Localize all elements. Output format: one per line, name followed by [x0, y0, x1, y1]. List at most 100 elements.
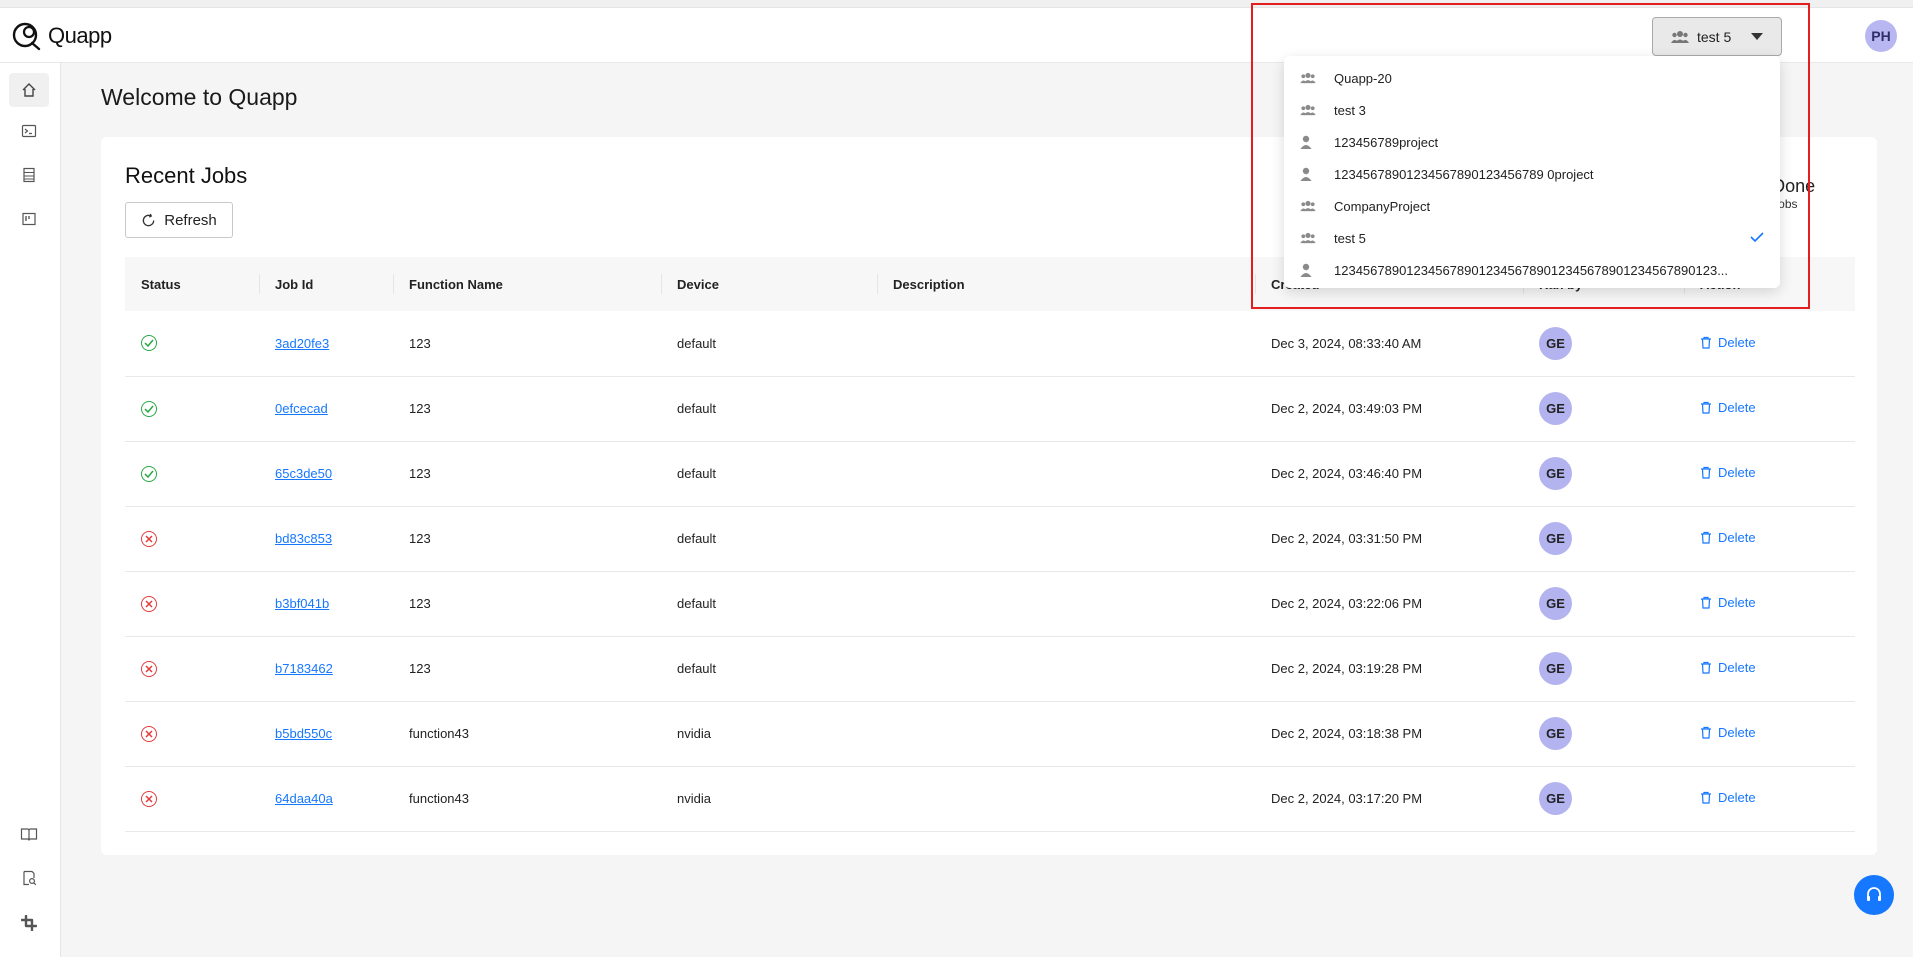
delete-label: Delete: [1718, 660, 1756, 675]
team-icon: [1300, 200, 1316, 212]
team-icon: [1300, 200, 1324, 212]
action-cell: Delete: [1684, 441, 1855, 506]
delete-label: Delete: [1718, 725, 1756, 740]
function-name-cell: 123: [409, 596, 431, 611]
job-id-link[interactable]: 64daa40a: [275, 791, 333, 806]
ran-by-cell: GE: [1523, 506, 1684, 571]
delete-button[interactable]: Delete: [1700, 530, 1756, 545]
job-id-link[interactable]: bd83c853: [275, 531, 332, 546]
team-icon: [1300, 104, 1316, 116]
project-dropdown-menu: Quapp-20 test 3 123456789project 1234567890…: [1284, 56, 1780, 288]
function-name-cell: 123: [409, 335, 431, 351]
ran-by-avatar: GE: [1539, 587, 1572, 620]
column-header-status[interactable]: Status: [125, 257, 259, 311]
job-id-link[interactable]: b5bd550c: [275, 726, 332, 741]
project-option[interactable]: test 5: [1284, 222, 1780, 254]
job-id-cell: 0efcecad: [259, 376, 393, 441]
sidebar-item-slack[interactable]: [19, 913, 39, 933]
function-name-cell: 123: [409, 661, 431, 676]
delete-button[interactable]: Delete: [1700, 400, 1756, 415]
job-id-link[interactable]: 65c3de50: [275, 466, 332, 481]
ran-by-avatar: GE: [1539, 717, 1572, 750]
ran-by-cell: GE: [1523, 376, 1684, 441]
team-icon: [1300, 72, 1324, 84]
project-option[interactable]: CompanyProject: [1284, 190, 1780, 222]
function-name-cell: function43: [409, 791, 469, 806]
app-name: Quapp: [48, 23, 112, 48]
project-option-label: Quapp-20: [1334, 70, 1392, 86]
sidebar-item-terminal[interactable]: [19, 121, 39, 141]
job-id-cell: 65c3de50: [259, 441, 393, 506]
column-header-description[interactable]: Description: [877, 257, 1255, 311]
ran-by-avatar: GE: [1539, 522, 1572, 555]
project-option[interactable]: 123456789project: [1284, 126, 1780, 158]
delete-button[interactable]: Delete: [1700, 660, 1756, 675]
device-cell: default: [677, 401, 717, 416]
job-id-link[interactable]: 0efcecad: [275, 401, 328, 416]
board-icon: [22, 212, 36, 226]
project-option[interactable]: 1234567890123456789012345678901234567890…: [1284, 254, 1780, 286]
project-selector-label: test 5: [1697, 28, 1732, 45]
description-cell: [877, 441, 1255, 506]
trash-icon: [1701, 596, 1711, 609]
delete-button[interactable]: Delete: [1700, 790, 1756, 805]
success-status-icon: [141, 335, 157, 352]
project-option[interactable]: Quapp-20: [1284, 62, 1780, 94]
functions-icon: [23, 167, 35, 183]
check-icon: [1750, 231, 1764, 246]
support-button[interactable]: [1854, 875, 1894, 915]
status-cell: [125, 701, 259, 766]
user-icon: [1300, 263, 1324, 277]
project-option-label: test 5: [1334, 230, 1366, 246]
status-cell: [125, 441, 259, 506]
delete-button[interactable]: Delete: [1700, 595, 1756, 610]
ran-by-cell: GE: [1523, 766, 1684, 831]
sidebar-item-board[interactable]: [19, 209, 39, 229]
column-header-job-id[interactable]: Job Id: [259, 257, 393, 311]
job-id-cell: b3bf041b: [259, 571, 393, 636]
quapp-logo-icon: [12, 22, 41, 51]
column-header-function-name[interactable]: Function Name: [393, 257, 661, 311]
ran-by-avatar: GE: [1539, 782, 1572, 815]
sidebar-item-search-docs[interactable]: [19, 868, 39, 888]
sidebar-item-functions[interactable]: [19, 165, 39, 185]
table-row: bd83c853 123 default Dec 2, 2024, 03:31:50 …: [125, 506, 1855, 571]
app-logo[interactable]: Quapp: [12, 21, 112, 51]
trash-icon: [1701, 791, 1711, 804]
function-name-cell: 123: [409, 401, 431, 416]
job-id-link[interactable]: 3ad20fe3: [275, 336, 329, 351]
trash-icon: [1701, 726, 1711, 739]
ran-by-cell: GE: [1523, 441, 1684, 506]
app-header: Quapp test 5 PH: [0, 8, 1913, 63]
function-name-cell: 123: [409, 466, 431, 481]
delete-button[interactable]: Delete: [1700, 725, 1756, 740]
job-id-link[interactable]: b7183462: [275, 661, 333, 676]
column-header-device[interactable]: Device: [661, 257, 877, 311]
created-cell: Dec 3, 2024, 08:33:40 AM: [1271, 335, 1422, 351]
table-row: b5bd550c function43 nvidia Dec 2, 2024, 03:…: [125, 701, 1855, 766]
refresh-button[interactable]: Refresh: [125, 202, 233, 238]
sidebar-item-home[interactable]: [9, 73, 49, 107]
delete-label: Delete: [1718, 400, 1756, 415]
search-doc-icon: [23, 870, 37, 886]
device-cell: default: [677, 531, 717, 546]
user-avatar[interactable]: PH: [1865, 20, 1897, 52]
delete-label: Delete: [1718, 334, 1756, 350]
project-option[interactable]: test 3: [1284, 94, 1780, 126]
project-option[interactable]: 12345678901234567890123456789 0project: [1284, 158, 1780, 190]
delete-button[interactable]: Delete: [1700, 335, 1756, 350]
ran-by-avatar: GE: [1539, 457, 1572, 490]
action-cell: Delete: [1684, 506, 1855, 571]
created-cell: Dec 2, 2024, 03:19:28 PM: [1271, 661, 1423, 676]
sidebar-item-docs[interactable]: [19, 824, 39, 844]
home-icon: [22, 83, 36, 97]
status-cell: [125, 376, 259, 441]
project-option-label: 123456789project: [1334, 134, 1439, 150]
project-selector-button[interactable]: test 5: [1652, 17, 1782, 56]
delete-button[interactable]: Delete: [1700, 465, 1756, 480]
status-cell: [125, 506, 259, 571]
created-cell: Dec 2, 2024, 03:46:40 PM: [1271, 466, 1423, 481]
function-name-cell: 123: [409, 531, 431, 546]
project-option-label: CompanyProject: [1334, 198, 1431, 214]
job-id-link[interactable]: b3bf041b: [275, 596, 329, 611]
